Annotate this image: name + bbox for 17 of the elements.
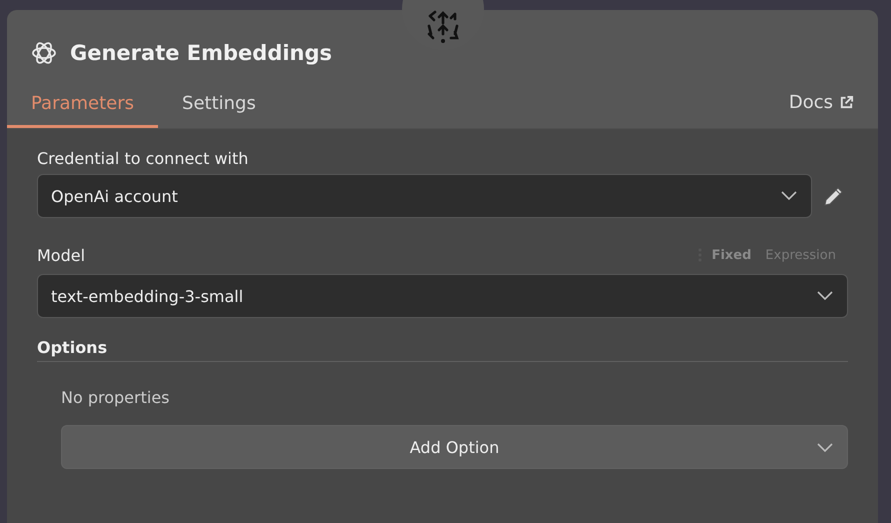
field-label: Credential to connect with: [37, 149, 250, 168]
docs-link[interactable]: Docs: [788, 82, 878, 128]
empty-message: No properties: [61, 388, 170, 407]
node-title: Generate Embeddings: [70, 41, 332, 65]
field-label: Model: [37, 246, 86, 264]
chevron-down-icon: [817, 443, 833, 453]
model-select[interactable]: text-embedding-3-small: [37, 274, 848, 318]
chevron-down-icon: [781, 191, 797, 201]
panel-tab[interactable]: Settings: [158, 82, 280, 128]
external-link-icon: [839, 94, 854, 110]
panel-tab[interactable]: Parameters: [7, 82, 158, 128]
add-option-button[interactable]: Add Option: [61, 425, 848, 469]
credential-select[interactable]: OpenAi account: [37, 174, 812, 218]
chevron-down-icon: [817, 291, 833, 301]
section-title: Options: [37, 338, 108, 357]
mode-toggle[interactable]: Fixed: [708, 248, 756, 262]
arrows-icon: [425, 10, 461, 44]
